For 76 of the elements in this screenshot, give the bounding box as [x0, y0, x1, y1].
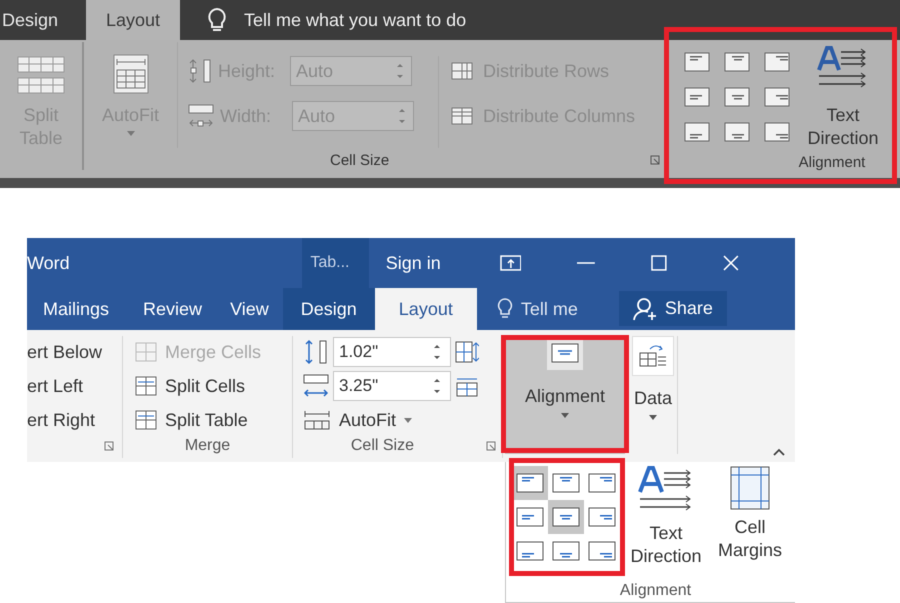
- cell-alignment-option[interactable]: [548, 500, 584, 534]
- group-label: Alignment: [798, 154, 866, 171]
- table-icon: [451, 62, 473, 80]
- cell-alignment-icon[interactable]: [724, 122, 750, 142]
- text-direction-button[interactable]: Text Direction: [622, 466, 710, 582]
- dialog-launcher-icon[interactable]: [104, 441, 114, 451]
- cell-margins-button[interactable]: Cell Margins: [710, 466, 790, 582]
- data-button[interactable]: Data: [629, 336, 678, 454]
- row-height-icon: [188, 58, 212, 84]
- cell-alignment-icon[interactable]: [724, 87, 750, 107]
- group-label: Cell Size: [330, 152, 390, 168]
- cell-alignment-icon: [551, 343, 579, 363]
- insert-button[interactable]: ert Right: [27, 406, 122, 434]
- cell-margins-icon: [730, 466, 770, 510]
- cell-alignment-icon[interactable]: [764, 52, 790, 72]
- group-label: Cell Size: [350, 437, 414, 455]
- caret-icon: [561, 413, 569, 418]
- person-add-icon: [632, 296, 657, 320]
- cell-alignment-icon[interactable]: [684, 52, 710, 72]
- collapse-ribbon-icon[interactable]: [773, 448, 785, 456]
- share-button[interactable]: Share: [618, 291, 727, 326]
- cell-alignment-icon[interactable]: [764, 87, 790, 107]
- spinner-icon: [399, 107, 405, 125]
- autofit-button[interactable]: AutoFit: [303, 406, 502, 434]
- height-field[interactable]: 1.02": [333, 337, 451, 367]
- spinner-icon: [397, 62, 403, 80]
- table-icon: [135, 342, 157, 362]
- caret-icon: [649, 415, 657, 420]
- cell-alignment-icon[interactable]: [764, 122, 790, 142]
- dialog-launcher-icon[interactable]: [486, 441, 496, 451]
- ribbon-tab[interactable]: Review: [129, 288, 216, 330]
- insert-button[interactable]: ert Left: [27, 372, 122, 400]
- ribbon-display-icon[interactable]: [500, 255, 522, 271]
- row-height-icon: [303, 339, 329, 365]
- group-label: Alignment: [618, 582, 692, 601]
- table-icon: [638, 343, 668, 369]
- ribbon-tab[interactable]: Mailings: [27, 288, 130, 330]
- caret-icon: [126, 131, 134, 136]
- sign-in-link[interactable]: Sign in: [386, 252, 500, 274]
- table-icon: [135, 376, 157, 396]
- ribbon-tab[interactable]: Layout: [374, 288, 477, 330]
- contextual-tab-header: Tab...: [302, 238, 369, 288]
- ribbon-tab[interactable]: View: [216, 288, 283, 330]
- lightbulb-icon: [496, 298, 513, 320]
- cell-alignment-option[interactable]: [512, 466, 548, 500]
- app-title: Word: [27, 252, 71, 274]
- merge-command[interactable]: Split Table: [135, 406, 292, 434]
- spinner-icon: [434, 343, 440, 361]
- lightbulb-icon: [206, 7, 228, 33]
- merge-command[interactable]: Split Cells: [135, 372, 292, 400]
- minimize-icon[interactable]: [577, 261, 596, 265]
- table-icon: [451, 107, 473, 125]
- cell-alignment-icon[interactable]: [684, 87, 710, 107]
- spinner-icon: [434, 377, 440, 395]
- ribbon-tab[interactable]: Design: [0, 0, 86, 40]
- close-icon[interactable]: [723, 255, 739, 271]
- table-icon: [135, 410, 157, 430]
- caret-icon: [404, 418, 412, 422]
- tell-me-field[interactable]: Tell me what you want to do: [244, 10, 466, 30]
- table-icon: [112, 54, 148, 94]
- text-direction-label: Text Direction: [806, 104, 880, 150]
- column-width-icon: [303, 373, 329, 399]
- dialog-launcher-icon[interactable]: [650, 155, 660, 165]
- tell-me-field[interactable]: Tell me: [476, 288, 619, 330]
- maximize-icon[interactable]: [651, 255, 668, 271]
- column-width-icon: [188, 103, 214, 129]
- ribbon-tab[interactable]: Layout: [86, 0, 180, 40]
- table-icon[interactable]: [455, 341, 479, 363]
- group-label: Merge: [184, 437, 230, 455]
- ribbon-tab[interactable]: Design: [282, 288, 375, 330]
- cell-alignment-icon[interactable]: [724, 52, 750, 72]
- cell-alignment-icon[interactable]: [684, 122, 710, 142]
- insert-button[interactable]: ert Below: [27, 338, 122, 366]
- table-icon: [303, 410, 331, 430]
- width-field[interactable]: 3.25": [333, 371, 451, 401]
- table-icon: [17, 56, 65, 94]
